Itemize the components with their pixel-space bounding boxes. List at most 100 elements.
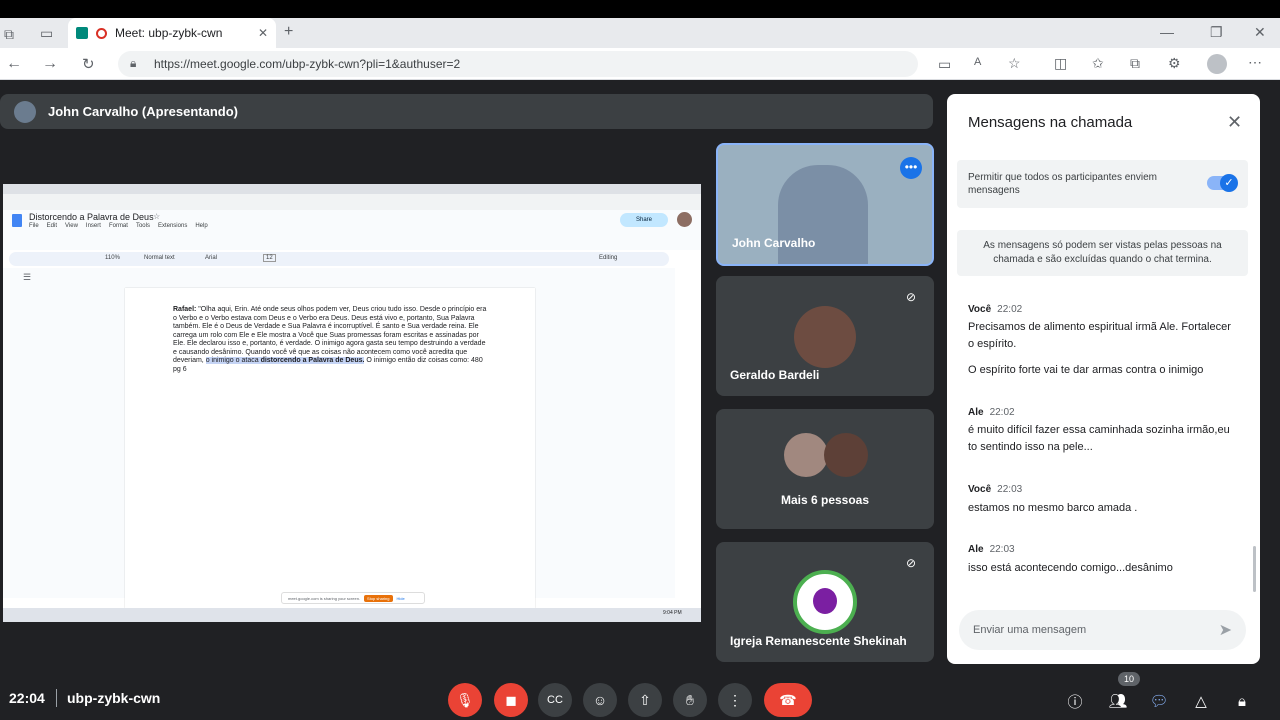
message-header: Ale 22:02 (968, 407, 1015, 418)
presenter-bar: John Carvalho (Apresentando) (0, 94, 933, 129)
message-text: estamos no mesmo barco amada . (968, 502, 1138, 514)
sharing-notice-text: meet.google.com is sharing your screen. (288, 595, 361, 601)
presenter-avatar (14, 100, 36, 123)
chat-scrollbar[interactable] (1253, 546, 1256, 592)
more-options-icon[interactable]: ••• (900, 157, 922, 179)
outline-icon[interactable]: ☰ (23, 272, 31, 283)
shared-taskbar: 9:04 PM (3, 608, 701, 622)
mic-off-button[interactable]: 🎙︎ (448, 683, 482, 717)
activities-icon[interactable]: △ (1189, 689, 1213, 713)
profile-avatar[interactable] (1207, 54, 1227, 74)
read-aloud-icon[interactable]: A (974, 56, 981, 68)
tile-geraldo-bardeli[interactable]: ⊘ Geraldo Bardeli (716, 276, 934, 396)
doc-title[interactable]: Distorcendo a Palavra de Deus (29, 212, 154, 222)
menu-help[interactable]: Help (195, 223, 207, 229)
chat-icon[interactable]: 💬︎ (1147, 689, 1171, 713)
message-header: Você 22:02 (968, 304, 1023, 315)
menu-view[interactable]: View (65, 223, 78, 229)
menu-file[interactable]: File (29, 223, 39, 229)
minimize-icon[interactable]: — (1160, 24, 1174, 40)
mic-off-icon: ⊘ (905, 290, 917, 304)
people-icon[interactable]: 👥︎ (1106, 689, 1130, 713)
participant-avatar (824, 433, 868, 477)
geraldo-avatar (794, 306, 856, 368)
tile-more-people[interactable]: Mais 6 pessoas (716, 409, 934, 529)
doc-body-text: "Olha aqui, Erin. Até onde seus olhos po… (173, 306, 487, 364)
allow-messages-toggle[interactable]: ✓ (1207, 174, 1238, 192)
hide-button[interactable]: Hide (397, 596, 405, 601)
restore-icon[interactable]: ❐ (1210, 24, 1223, 41)
favorites-icon[interactable]: ✩ (1092, 55, 1104, 72)
menu-tools[interactable]: Tools (136, 223, 150, 229)
url-text: https://meet.google.com/ubp-zybk-cwn?pli… (154, 57, 461, 71)
reload-icon[interactable]: ↻ (82, 55, 95, 73)
collections-icon[interactable]: ⧉ (1130, 55, 1140, 72)
captions-button[interactable]: CC (538, 683, 572, 717)
tab-actions-icon[interactable]: ▭ (40, 25, 53, 42)
workspaces-icon[interactable]: ⧉ (4, 26, 14, 43)
message-text: isso está acontecendo comigo...desânimo (968, 562, 1173, 574)
menu-edit[interactable]: Edit (47, 223, 57, 229)
participant-avatar (784, 433, 828, 477)
new-tab-icon[interactable]: + (284, 23, 293, 41)
emoji-button[interactable]: ☺ (583, 683, 617, 717)
message-text: Precisamos de alimento espiritual irmã A… (968, 321, 1231, 350)
extensions-icon[interactable]: ⚙ (1168, 55, 1181, 72)
tile-john-carvalho[interactable]: ••• John Carvalho (716, 143, 934, 266)
meeting-info-icon[interactable]: ⓘ (1063, 689, 1087, 713)
raise-hand-button[interactable]: ✋︎ (673, 683, 707, 717)
doc-toolbar: 110% Normal text Arial 12 Editing (9, 252, 669, 266)
host-controls-icon[interactable]: 🔒︎ (1230, 689, 1254, 713)
url-field[interactable]: 🔒︎ https://meet.google.com/ubp-zybk-cwn?… (118, 51, 918, 77)
menu-insert[interactable]: Insert (86, 223, 101, 229)
participants-badge: 10 (1118, 672, 1140, 686)
lock-icon: 🔒︎ (130, 56, 137, 70)
meet-window: ⧉ ▭ + — ❐ ✕ Meet: ubp-zybk-cwn ✕ ← → ↻ ▭… (0, 0, 1280, 720)
check-icon: ✓ (1220, 174, 1238, 192)
chat-input[interactable]: Enviar uma mensagem ➤ (959, 610, 1246, 650)
browser-tab[interactable]: Meet: ubp-zybk-cwn ✕ (68, 18, 276, 48)
forward-icon[interactable]: → (42, 55, 58, 73)
leave-call-button[interactable]: ☎︎ (764, 683, 812, 717)
editing-mode[interactable]: Editing (599, 255, 617, 261)
style-select[interactable]: Normal text (144, 255, 175, 261)
chat-close-icon[interactable]: ✕ (1227, 112, 1242, 133)
meeting-time: 22:04 (9, 690, 45, 706)
present-button[interactable]: ⇧ (628, 683, 662, 717)
meet-favicon-icon (76, 27, 88, 39)
zoom-select[interactable]: 110% (105, 255, 120, 261)
doc-header: Distorcendo a Palavra de Deus ☆ File Edi… (3, 210, 701, 250)
sharing-notice: meet.google.com is sharing your screen. … (281, 592, 425, 604)
menu-format[interactable]: Format (109, 223, 128, 229)
tab-close-icon[interactable]: ✕ (258, 26, 268, 40)
back-icon[interactable]: ← (6, 55, 22, 73)
favorite-star-icon[interactable]: ☆ (1008, 55, 1021, 72)
grape-icon (813, 588, 837, 614)
stop-sharing-button[interactable]: Stop sharing (364, 594, 393, 602)
more-menu-icon[interactable]: ⋯ (1248, 54, 1262, 71)
john-video (778, 165, 868, 264)
tile-name: John Carvalho (732, 236, 816, 250)
shared-tabbar (3, 184, 701, 194)
share-button[interactable]: Share (620, 213, 668, 227)
doc-highlight-bold: distorcendo a Palavra de Deus. (260, 357, 365, 364)
camera-off-button[interactable]: ◼ (494, 683, 528, 717)
docs-icon (12, 214, 22, 227)
send-icon[interactable]: ➤ (1219, 620, 1232, 640)
doc-user-avatar[interactable] (677, 212, 692, 227)
window-close-icon[interactable]: ✕ (1254, 24, 1266, 41)
meeting-code: ubp-zybk-cwn (67, 690, 161, 706)
more-options-button[interactable]: ⋮ (718, 683, 752, 717)
title-strip (0, 0, 1280, 18)
tile-igreja-shekinah[interactable]: ⊘ Igreja Remanescente Shekinah (716, 542, 934, 662)
camera-permission-icon[interactable]: ▭ (938, 56, 951, 73)
tile-name: Igreja Remanescente Shekinah (730, 634, 907, 648)
split-screen-icon[interactable]: ◫ (1054, 55, 1067, 72)
menu-extensions[interactable]: Extensions (158, 223, 187, 229)
doc-highlight: o inimigo o ataca (205, 357, 261, 364)
font-select[interactable]: Arial (205, 255, 217, 261)
star-icon[interactable]: ☆ (153, 212, 160, 221)
doc-body[interactable]: Rafael: "Olha aqui, Erin. Até onde seus … (173, 306, 488, 374)
font-size-field[interactable]: 12 (263, 254, 276, 262)
recording-icon (96, 27, 107, 39)
